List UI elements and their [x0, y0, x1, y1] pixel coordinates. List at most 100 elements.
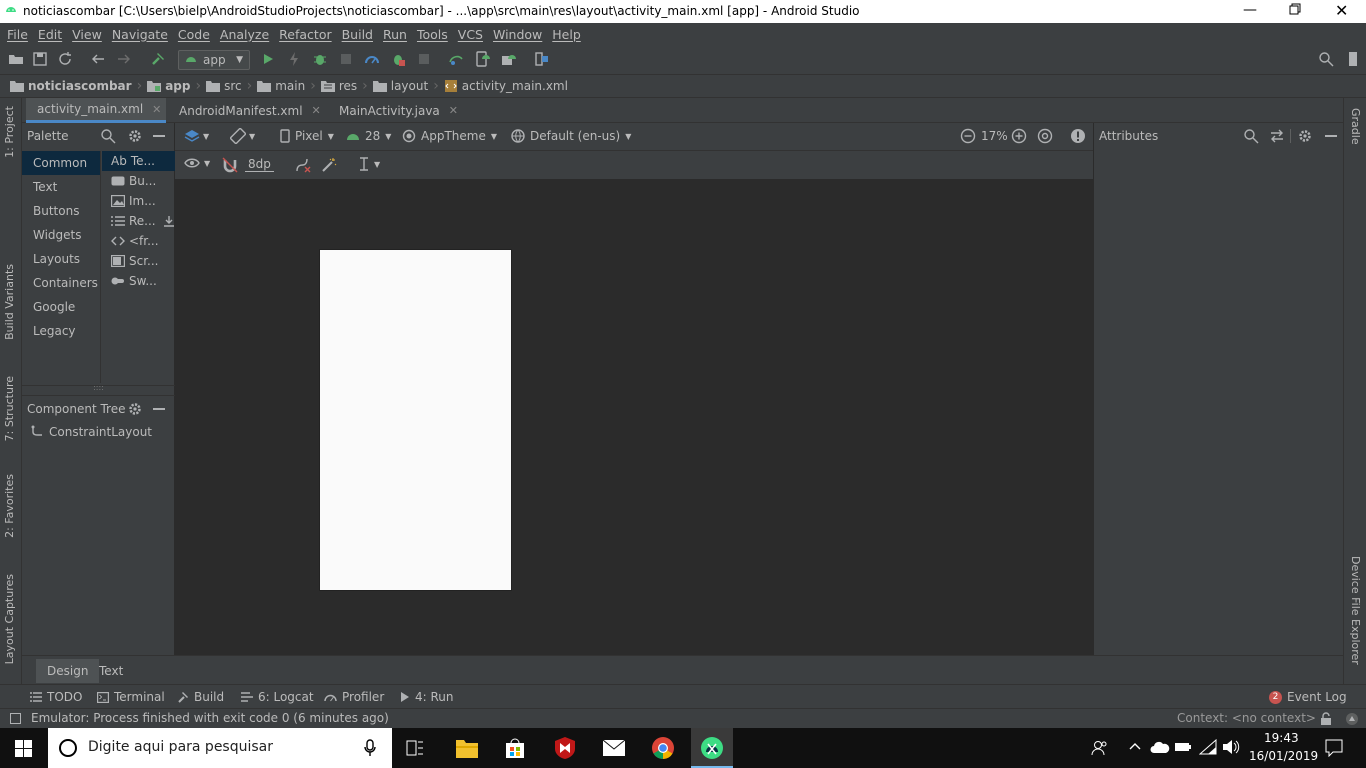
palette-item-scrollview[interactable]: Scr...	[102, 251, 175, 271]
inspector-icon[interactable]	[1345, 712, 1359, 726]
palette-item-switch[interactable]: Sw...	[102, 271, 175, 291]
run-config-dropdown[interactable]: app ▼	[178, 50, 250, 70]
minimize-panel-icon[interactable]	[153, 135, 165, 137]
tool-terminal[interactable]: Terminal	[97, 690, 165, 704]
palette-item-button[interactable]: Bu...	[102, 171, 175, 191]
tool-logcat[interactable]: 6: Logcat	[241, 690, 314, 704]
sync-gradle-icon[interactable]	[448, 51, 466, 69]
close-tab-icon[interactable]: ✕	[152, 103, 161, 116]
category-text[interactable]: Text	[22, 175, 100, 199]
tool-run[interactable]: 4: Run	[400, 690, 454, 704]
device-preview-blueprint[interactable]	[320, 250, 511, 590]
save-icon[interactable]	[32, 51, 50, 69]
action-center-icon[interactable]	[1325, 739, 1343, 757]
design-mode-dropdown[interactable]: ▼	[184, 129, 209, 143]
android-studio-taskbar-button[interactable]	[691, 728, 733, 768]
menu-analyze[interactable]: Analyze	[215, 27, 274, 42]
back-arrow-icon[interactable]	[90, 51, 108, 69]
volume-icon[interactable]	[1222, 739, 1240, 755]
structure-tool-button[interactable]: 7: Structure	[3, 376, 16, 441]
category-google[interactable]: Google	[22, 295, 100, 319]
infer-constraints-wand-icon[interactable]	[321, 157, 337, 173]
run-icon[interactable]	[260, 51, 278, 69]
default-margin-value[interactable]: 8dp	[245, 157, 274, 172]
breadcrumb-main[interactable]: main	[253, 79, 309, 93]
menu-view[interactable]: View	[67, 27, 107, 42]
category-containers[interactable]: Containers	[22, 271, 100, 295]
palette-item-fragment[interactable]: <fr...	[102, 231, 175, 251]
breadcrumb-file[interactable]: activity_main.xml	[440, 79, 572, 93]
debug-icon[interactable]	[312, 51, 330, 69]
chevron-up-icon[interactable]	[1128, 741, 1142, 751]
minimize-button[interactable]: —	[1243, 2, 1257, 18]
menu-window[interactable]: Window	[488, 27, 547, 42]
forward-arrow-icon[interactable]	[116, 51, 134, 69]
tab-activity-main[interactable]: activity_main.xml ✕	[26, 98, 166, 123]
restore-button[interactable]	[1289, 3, 1301, 15]
warning-icon[interactable]	[1070, 128, 1086, 144]
device-dropdown[interactable]: Pixel ▼	[280, 129, 334, 143]
tab-text[interactable]: Text	[88, 659, 134, 683]
task-view-icon[interactable]	[405, 739, 425, 757]
device-file-explorer-tool-button[interactable]: Device File Explorer	[1349, 556, 1362, 665]
breadcrumb-res[interactable]: res	[317, 79, 361, 93]
clock-time[interactable]: 19:43	[1264, 731, 1299, 745]
category-layouts[interactable]: Layouts	[22, 247, 100, 271]
people-icon[interactable]	[1091, 739, 1109, 757]
mcafee-icon[interactable]	[553, 736, 577, 760]
menu-edit[interactable]: Edit	[33, 27, 67, 42]
menu-navigate[interactable]: Navigate	[107, 27, 173, 42]
breadcrumb-src[interactable]: src	[202, 79, 246, 93]
category-legacy[interactable]: Legacy	[22, 319, 100, 343]
sdk-manager-icon[interactable]	[500, 51, 518, 69]
gear-icon[interactable]	[1297, 128, 1313, 144]
swap-view-icon[interactable]	[1269, 128, 1285, 144]
breadcrumb-project[interactable]: noticiascombar	[6, 79, 136, 93]
menu-file[interactable]: File	[2, 27, 33, 42]
search-everywhere-icon[interactable]	[1318, 51, 1336, 69]
palette-item-recyclerview[interactable]: Re...	[102, 211, 175, 231]
clock-date[interactable]: 16/01/2019	[1249, 749, 1318, 763]
menu-help[interactable]: Help	[547, 27, 586, 42]
stop-icon[interactable]	[416, 51, 434, 69]
autoconnect-magnet-icon[interactable]	[222, 157, 238, 173]
microphone-icon[interactable]	[364, 739, 376, 757]
zoom-out-icon[interactable]	[960, 128, 976, 144]
clear-constraints-icon[interactable]	[295, 157, 311, 173]
category-common[interactable]: Common	[22, 151, 100, 175]
make-project-hammer-icon[interactable]	[150, 51, 168, 69]
sync-icon[interactable]	[57, 51, 75, 69]
tab-android-manifest[interactable]: AndroidManifest.xml ✕	[168, 98, 322, 123]
minimize-panel-icon[interactable]	[1325, 135, 1337, 137]
orientation-dropdown[interactable]: ▼	[230, 128, 255, 144]
menu-build[interactable]: Build	[337, 27, 378, 42]
onedrive-cloud-icon[interactable]	[1150, 740, 1170, 754]
tool-todo[interactable]: TODO	[30, 690, 82, 704]
build-variants-tool-button[interactable]: Build Variants	[3, 264, 16, 340]
zoom-to-fit-icon[interactable]	[1037, 128, 1053, 144]
minimize-panel-icon[interactable]	[153, 408, 165, 410]
menu-code[interactable]: Code	[173, 27, 215, 42]
view-options-dropdown[interactable]: ▼	[184, 157, 210, 169]
locale-dropdown[interactable]: Default (en-us) ▼	[511, 129, 631, 143]
search-icon[interactable]	[100, 128, 116, 144]
open-folder-icon[interactable]	[8, 51, 26, 69]
breadcrumb-app[interactable]: app	[143, 79, 194, 93]
search-icon[interactable]	[1243, 128, 1259, 144]
tool-build[interactable]: Build	[177, 690, 224, 704]
breadcrumb-layout[interactable]: layout	[369, 79, 432, 93]
palette-item-imageview[interactable]: Im...	[102, 191, 175, 211]
profile-icon[interactable]	[364, 51, 382, 69]
store-icon[interactable]	[504, 737, 526, 759]
avd-manager-icon[interactable]	[474, 51, 492, 69]
apply-changes-icon[interactable]	[286, 51, 304, 69]
menu-run[interactable]: Run	[378, 27, 412, 42]
tree-node-constraintlayout[interactable]: ConstraintLayout	[30, 425, 152, 439]
tab-main-activity[interactable]: MainActivity.java ✕	[328, 98, 464, 123]
menu-refactor[interactable]: Refactor	[274, 27, 336, 42]
category-buttons[interactable]: Buttons	[22, 199, 100, 223]
toolbar-overflow-icon[interactable]	[1349, 52, 1357, 66]
project-structure-icon[interactable]	[534, 51, 552, 69]
chrome-icon[interactable]	[651, 736, 675, 760]
menu-vcs[interactable]: VCS	[453, 27, 488, 42]
